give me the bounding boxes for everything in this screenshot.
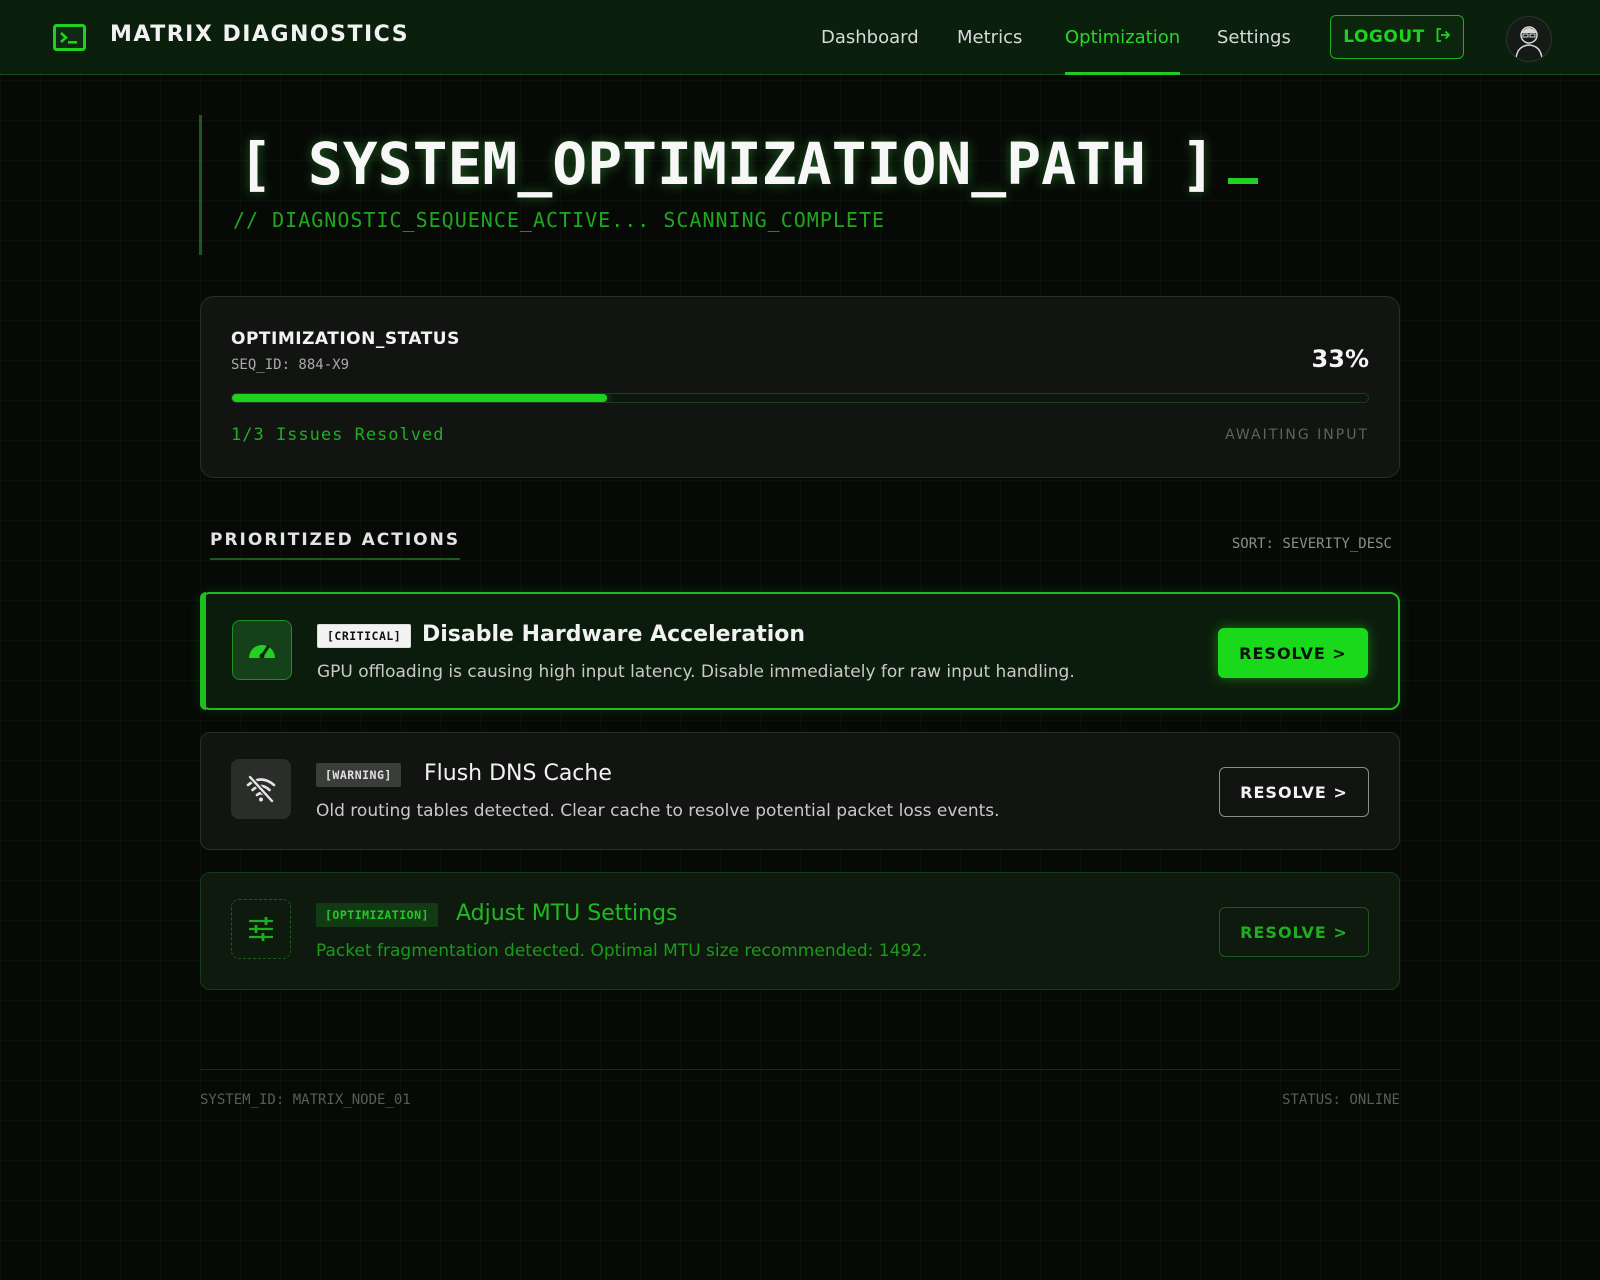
action-title: Adjust MTU Settings [456, 901, 678, 926]
progress-track [231, 393, 1369, 403]
terminal-logo-icon [53, 24, 86, 51]
app-title: MATRIX DIAGNOSTICS [110, 22, 410, 47]
resolve-button[interactable]: RESOLVE > [1218, 628, 1368, 678]
wifi-off-icon [231, 759, 291, 819]
severity-tag: [CRITICAL] [317, 624, 412, 648]
top-navigation-bar: MATRIX DIAGNOSTICS Dashboard Metrics Opt… [0, 0, 1600, 75]
sort-indicator[interactable]: SORT: SEVERITY_DESC [1232, 536, 1392, 552]
sequence-id: SEQ_ID: 884-X9 [231, 357, 350, 373]
progress-fill [232, 394, 607, 402]
action-description: Old routing tables detected. Clear cache… [316, 801, 1000, 821]
issues-resolved: 1/3 Issues Resolved [231, 425, 445, 445]
user-avatar[interactable] [1506, 16, 1552, 62]
page-title-text: [ SYSTEM_OPTIMIZATION_PATH ] [238, 130, 1216, 198]
footer-divider [200, 1069, 1400, 1070]
section-title: PRIORITIZED ACTIONS [210, 530, 461, 560]
action-card-optimization: [OPTIMIZATION] Adjust MTU Settings Packe… [200, 872, 1400, 990]
hero-accent-bar [199, 115, 202, 255]
action-title: Disable Hardware Acceleration [422, 622, 806, 647]
footer-status: STATUS: ONLINE [1281, 1092, 1400, 1108]
sliders-icon [231, 899, 291, 959]
resolve-button[interactable]: RESOLVE > [1219, 907, 1369, 957]
optimization-status-card: OPTIMIZATION_STATUS SEQ_ID: 884-X9 33% 1… [200, 296, 1400, 478]
page-subtitle: // DIAGNOSTIC_SEQUENCE_ACTIVE... SCANNIN… [233, 208, 886, 232]
status-state: AWAITING INPUT [1225, 427, 1369, 443]
status-label: OPTIMIZATION_STATUS [231, 329, 460, 349]
logout-button[interactable]: LOGOUT [1330, 15, 1464, 59]
action-description: GPU offloading is causing high input lat… [317, 662, 1075, 682]
action-card-warning: [WARNING] Flush DNS Cache Old routing ta… [200, 732, 1400, 850]
speedometer-icon [232, 620, 292, 680]
page-title: [ SYSTEM_OPTIMIZATION_PATH ] [238, 130, 1258, 198]
footer-system-id: SYSTEM_ID: MATRIX_NODE_01 [200, 1092, 411, 1108]
severity-tag: [OPTIMIZATION] [316, 903, 438, 927]
severity-tag: [WARNING] [316, 763, 401, 787]
action-title: Flush DNS Cache [424, 761, 612, 786]
nav-dashboard[interactable]: Dashboard [821, 0, 919, 75]
action-description: Packet fragmentation detected. Optimal M… [316, 941, 928, 961]
nav-metrics[interactable]: Metrics [957, 0, 1022, 75]
logout-icon [1435, 27, 1451, 48]
resolve-button[interactable]: RESOLVE > [1219, 767, 1369, 817]
nav-settings[interactable]: Settings [1217, 0, 1291, 75]
action-card-critical: [CRITICAL] Disable Hardware Acceleration… [200, 592, 1400, 710]
blinking-cursor [1227, 178, 1258, 184]
nav-optimization[interactable]: Optimization [1065, 0, 1181, 75]
progress-percent: 33% [1311, 345, 1369, 373]
logout-label: LOGOUT [1343, 27, 1425, 47]
